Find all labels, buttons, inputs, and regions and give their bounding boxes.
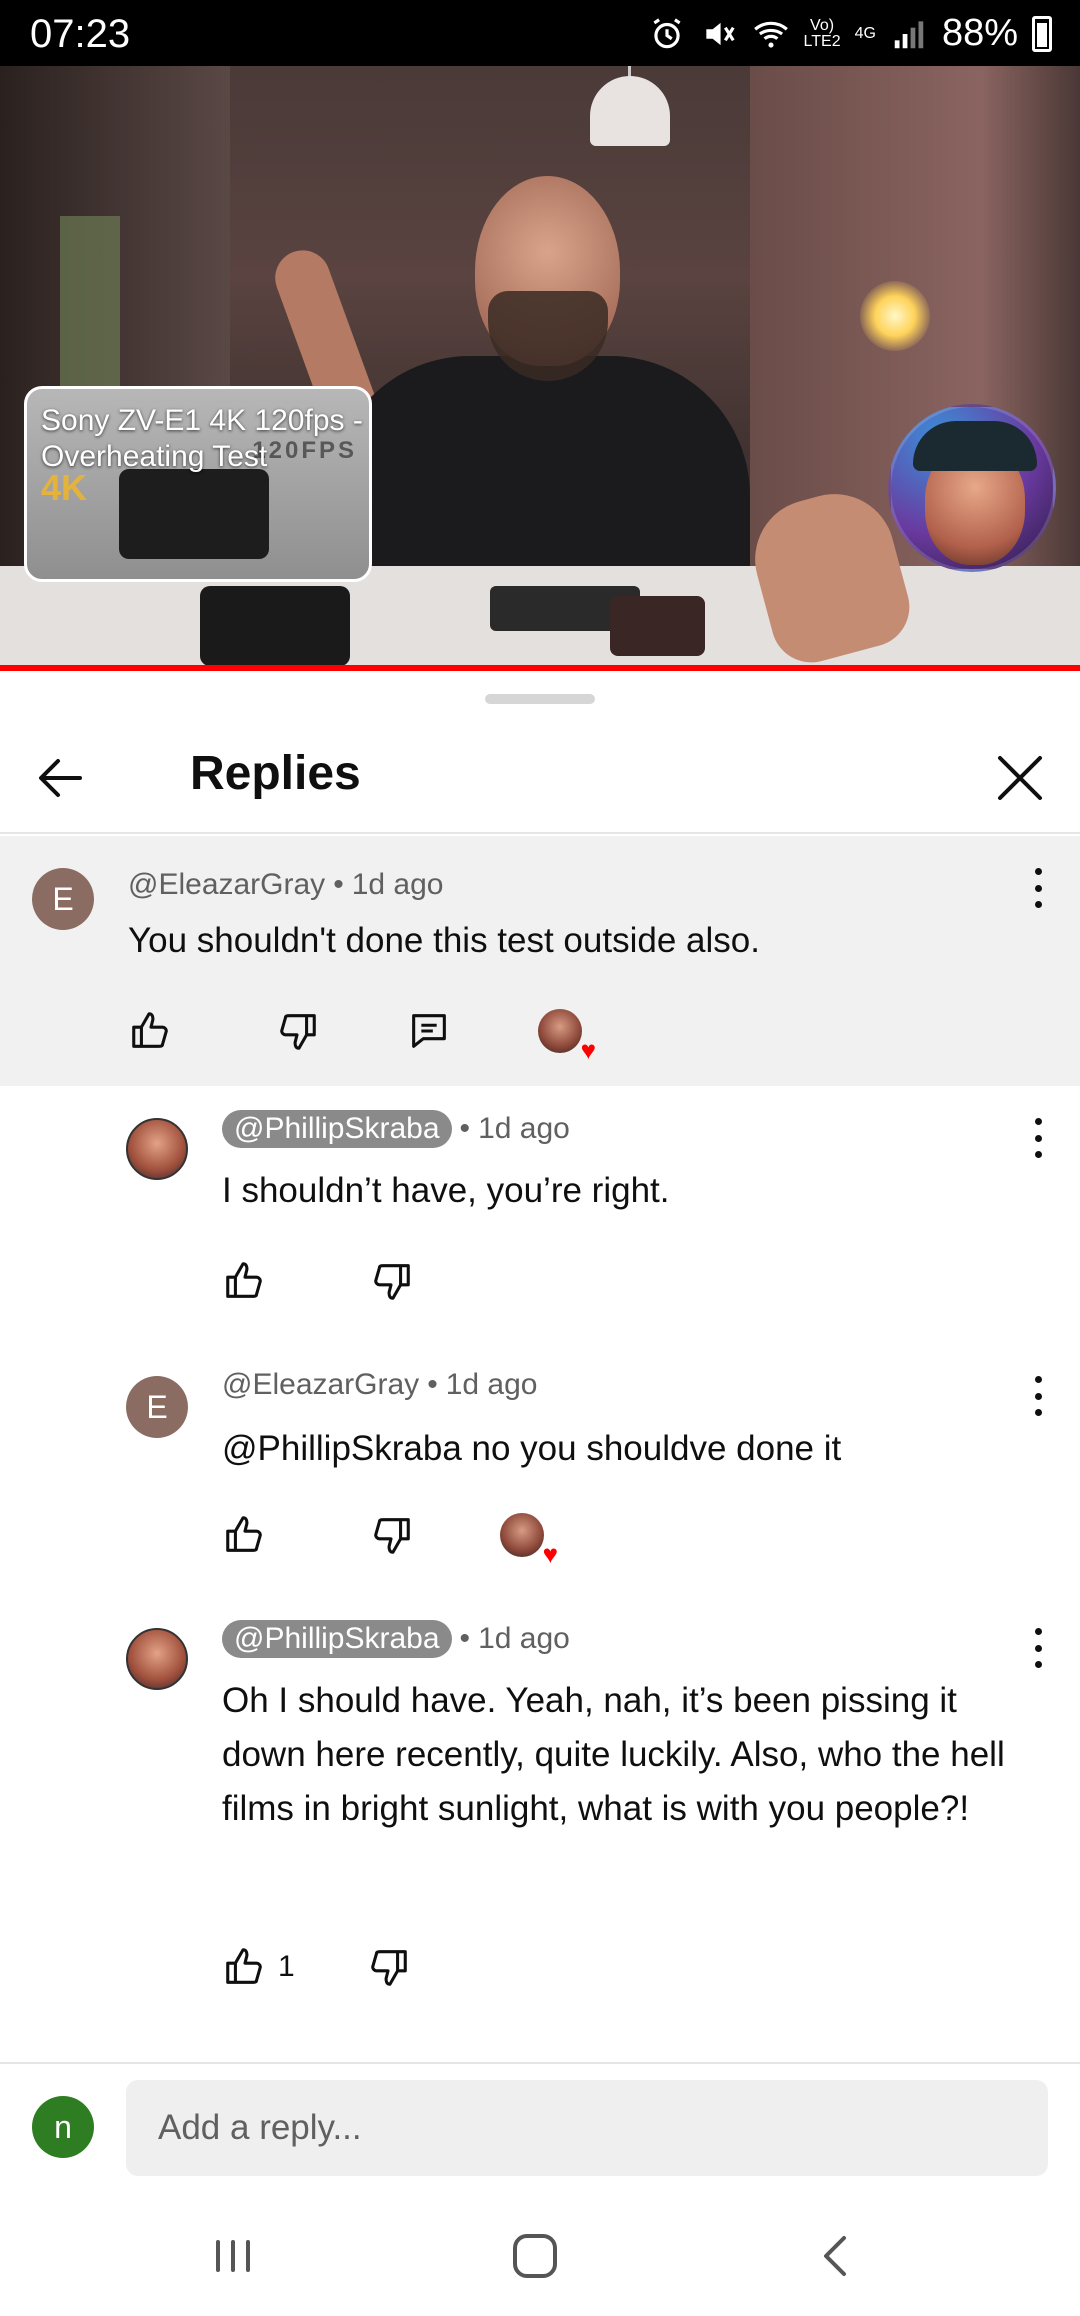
reply-text: @PhillipSkraba no you shouldve done it — [222, 1429, 842, 1468]
sheet-title: Replies — [190, 747, 361, 800]
channel-avatar-endscreen[interactable] — [888, 404, 1056, 572]
sheet-header: Replies — [0, 722, 1080, 834]
reply-actions: ♥ — [222, 1510, 558, 1567]
close-icon[interactable] — [988, 746, 1052, 810]
thumbs-up-icon[interactable] — [222, 1258, 268, 1304]
meta-separator: • — [459, 1112, 471, 1145]
thumbnail-camera — [119, 469, 269, 559]
status-bar: 07:23 Vo) LTE2 4G 88% — [0, 0, 1080, 66]
reply-item: @PhillipSkraba • 1d ago Oh I should have… — [0, 1594, 1080, 2034]
reply-item: @PhillipSkraba • 1d ago I shouldn’t have… — [0, 1086, 1080, 1344]
reply-text: Oh I should have. Yeah, nah, it’s been p… — [222, 1681, 1005, 1828]
video-progress-fill — [0, 665, 1080, 671]
creator-avatar[interactable] — [126, 1628, 188, 1690]
creator-avatar[interactable] — [126, 1118, 188, 1180]
wifi-icon — [753, 21, 788, 48]
battery-icon — [1032, 15, 1052, 52]
comment-time: 1d ago — [351, 868, 444, 901]
meta-separator: • — [459, 1622, 471, 1655]
parent-comment: E @EleazarGray • 1d ago You shouldn't do… — [0, 836, 1080, 1086]
nav-back-icon[interactable] — [800, 2226, 870, 2286]
like-count: 1 — [278, 1950, 295, 1983]
more-vert-icon[interactable] — [1030, 868, 1046, 908]
volte-label: Vo) — [810, 16, 835, 34]
reply-meta: @EleazarGray • 1d ago — [222, 1368, 537, 1402]
thumbs-up-icon[interactable] — [128, 1008, 174, 1054]
reply-item: E @EleazarGray • 1d ago @PhillipSkraba n… — [0, 1344, 1080, 1594]
thumbs-down-icon[interactable] — [274, 1008, 320, 1054]
thumbs-up-icon[interactable] — [222, 1944, 268, 1990]
commenter-avatar[interactable]: E — [126, 1376, 188, 1438]
meta-separator: • — [333, 868, 344, 901]
home-icon[interactable] — [500, 2226, 570, 2286]
comment-author[interactable]: @EleazarGray — [128, 868, 325, 902]
signal-icon — [894, 20, 924, 48]
thumbs-down-icon[interactable] — [365, 1944, 411, 1990]
end-screen-video-title: Sony ZV-E1 4K 120fps - Overheating Test — [41, 404, 363, 473]
alarm-icon — [652, 17, 681, 48]
volte-indicator: Vo) LTE2 — [803, 16, 841, 50]
comment-meta: @EleazarGray • 1d ago — [128, 868, 443, 902]
video-progress-bar[interactable] — [0, 665, 1080, 671]
end-screen-video-card[interactable]: 4K 120FPS Sony ZV-E1 4K 120fps - Overhea… — [24, 386, 372, 582]
video-scene-device — [610, 596, 705, 656]
creator-handle-chip[interactable]: @PhillipSkraba — [222, 1110, 452, 1148]
comment-text: You shouldn't done this test outside als… — [128, 921, 760, 960]
comment-actions: ♥ — [128, 1006, 596, 1063]
status-time: 07:23 — [30, 12, 131, 56]
video-scene-neon-light — [860, 281, 930, 351]
reply-author[interactable]: @EleazarGray — [222, 1368, 419, 1402]
reply-actions: 1 — [222, 1942, 411, 1992]
avatar-cap — [913, 421, 1037, 471]
creator-heart-badge: ♥ — [538, 1009, 596, 1063]
battery-percent: 88% — [941, 12, 1018, 54]
user-avatar[interactable]: n — [32, 2096, 94, 2158]
thumbs-down-icon[interactable] — [368, 1258, 414, 1304]
sheet-drag-handle[interactable] — [485, 694, 595, 704]
commenter-avatar[interactable]: E — [32, 868, 94, 930]
thumbs-up-icon[interactable] — [222, 1512, 268, 1558]
back-arrow-icon[interactable] — [28, 746, 92, 810]
reply-actions — [222, 1256, 414, 1306]
thumbs-down-icon[interactable] — [368, 1512, 414, 1558]
more-vert-icon[interactable] — [1030, 1376, 1046, 1416]
reply-composer: n — [0, 2062, 1080, 2196]
reply-time: 1d ago — [478, 1622, 570, 1655]
status-icons: Vo) LTE2 4G 88% — [648, 12, 1052, 55]
network-type: 4G — [854, 24, 876, 42]
system-nav-bar — [0, 2196, 1080, 2316]
recent-apps-icon[interactable] — [198, 2226, 268, 2286]
reply-meta: @PhillipSkraba • 1d ago — [222, 1620, 570, 1658]
reply-meta: @PhillipSkraba • 1d ago — [222, 1110, 570, 1148]
video-scene-lamp — [590, 76, 670, 146]
meta-separator: • — [427, 1368, 438, 1401]
heart-icon: ♥ — [580, 1035, 596, 1065]
reply-time: 1d ago — [478, 1112, 570, 1145]
heart-icon: ♥ — [542, 1539, 558, 1569]
creator-handle-chip[interactable]: @PhillipSkraba — [222, 1620, 452, 1658]
reply-time: 1d ago — [445, 1368, 538, 1401]
video-player[interactable]: 4K 120FPS Sony ZV-E1 4K 120fps - Overhea… — [0, 66, 1080, 671]
more-vert-icon[interactable] — [1030, 1628, 1046, 1668]
reply-text: I shouldn’t have, you’re right. — [222, 1171, 670, 1210]
video-scene-camera — [200, 586, 350, 666]
more-vert-icon[interactable] — [1030, 1118, 1046, 1158]
creator-heart-badge: ♥ — [500, 1513, 558, 1567]
mute-icon — [705, 22, 735, 45]
reply-input[interactable] — [126, 2080, 1048, 2176]
comment-icon[interactable] — [406, 1008, 452, 1054]
lte-label: LTE2 — [803, 32, 841, 50]
